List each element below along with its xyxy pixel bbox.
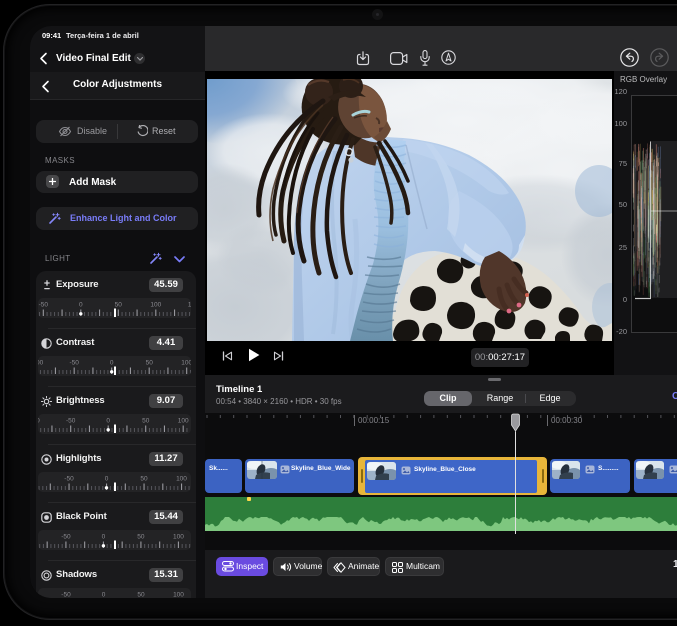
svg-text:0: 0	[106, 418, 110, 425]
svg-text:100: 100	[178, 418, 189, 425]
svg-text:-50: -50	[64, 476, 74, 483]
svg-text:100: 100	[173, 534, 184, 541]
svg-text:-50: -50	[69, 360, 79, 367]
svg-text:-50: -50	[66, 418, 76, 425]
svg-text:0: 0	[110, 360, 114, 367]
svg-text:50: 50	[146, 360, 154, 367]
svg-text:50: 50	[140, 476, 148, 483]
svg-text:100: 100	[181, 360, 191, 367]
svg-text:0: 0	[79, 302, 83, 309]
svg-text:-50: -50	[39, 302, 49, 309]
svg-text:150: 150	[188, 302, 191, 309]
svg-text:-50: -50	[61, 592, 71, 599]
svg-text:100: 100	[173, 592, 184, 599]
svg-text:100: 100	[176, 476, 187, 483]
svg-text:50: 50	[137, 592, 145, 599]
svg-text:0: 0	[105, 476, 109, 483]
svg-text:0: 0	[102, 592, 106, 599]
svg-text:50: 50	[115, 302, 123, 309]
svg-text:50: 50	[137, 534, 145, 541]
svg-text:0: 0	[102, 534, 106, 541]
svg-text:-50: -50	[61, 534, 71, 541]
svg-text:-100: -100	[38, 418, 40, 425]
svg-text:-100: -100	[38, 360, 44, 367]
svg-text:100: 100	[150, 302, 161, 309]
svg-text:50: 50	[142, 418, 150, 425]
